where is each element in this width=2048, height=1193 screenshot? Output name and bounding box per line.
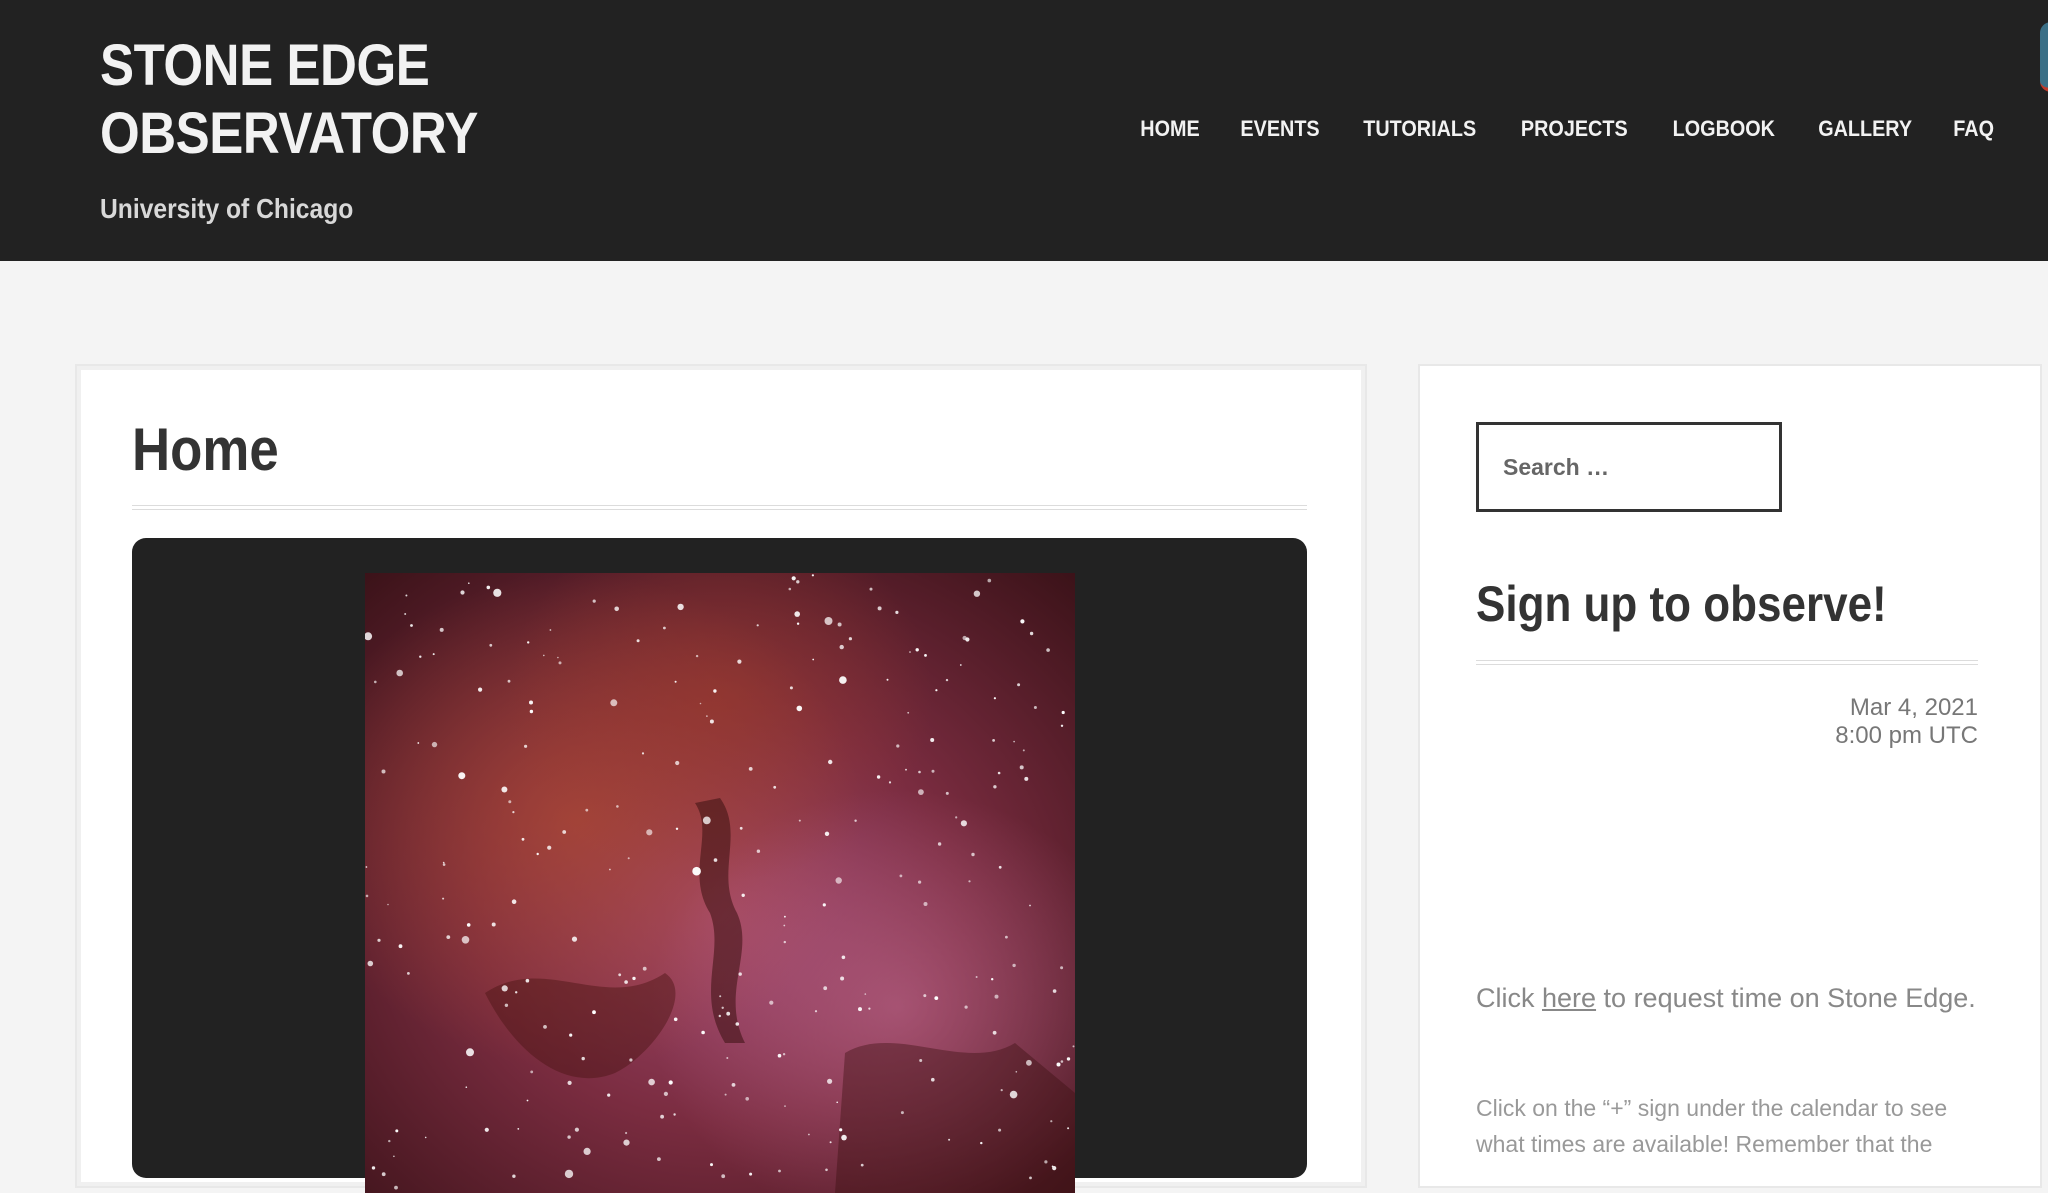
event-date: Mar 4, 2021: [1849, 694, 1978, 721]
event-time: 8:00 pm UTC: [1835, 722, 1978, 749]
nav-item-events: EVENTS: [1236, 116, 1324, 142]
site-title-line1: STONE EDGE: [100, 33, 430, 98]
site-title-line2: OBSERVATORY: [100, 101, 479, 166]
calendar-help-text: Click on the “+” sign under the calendar…: [1476, 1095, 1948, 1157]
nav-link-tutorials[interactable]: TUTORIALS: [1363, 116, 1476, 142]
nebula-svg: [365, 573, 1075, 1193]
nav-link-gallery[interactable]: GALLERY: [1819, 116, 1913, 142]
nav-link-home[interactable]: HOME: [1140, 116, 1199, 142]
widget-divider: [1476, 660, 1978, 665]
floating-widget-tab[interactable]: [2040, 22, 2048, 92]
nav-item-gallery: GALLERY: [1813, 116, 1917, 142]
nav-link-logbook[interactable]: LOGBOOK: [1672, 116, 1774, 142]
signup-widget-title: Sign up to observe!: [1476, 576, 1887, 632]
nav-item-home: HOME: [1137, 116, 1203, 142]
nav-item-tutorials: TUTORIALS: [1357, 116, 1482, 142]
nav-link-faq[interactable]: FAQ: [1953, 116, 1994, 142]
page-title: Home: [132, 416, 279, 483]
site-header: STONE EDGE OBSERVATORY University of Chi…: [0, 0, 2048, 261]
signup-text: Click here to request time on Stone Edge…: [1476, 980, 1976, 1016]
nav-item-faq: FAQ: [1951, 116, 1996, 142]
signup-prefix: Click: [1476, 983, 1542, 1013]
nav-item-projects: PROJECTS: [1515, 116, 1634, 142]
main-nav: HOME EVENTS TUTORIALS PROJECTS LOGBOOK G…: [1137, 116, 1996, 142]
nebula-image[interactable]: [365, 573, 1075, 1193]
search-input[interactable]: [1476, 422, 1782, 512]
title-divider: [132, 505, 1307, 510]
site-title[interactable]: STONE EDGE OBSERVATORY: [100, 32, 478, 168]
nav-link-projects[interactable]: PROJECTS: [1521, 116, 1628, 142]
nav-item-logbook: LOGBOOK: [1667, 116, 1781, 142]
nav-link-events[interactable]: EVENTS: [1240, 116, 1319, 142]
site-tagline: University of Chicago: [100, 193, 354, 224]
signup-suffix: to request time on Stone Edge.: [1596, 983, 1976, 1013]
signup-link[interactable]: here: [1542, 983, 1596, 1013]
